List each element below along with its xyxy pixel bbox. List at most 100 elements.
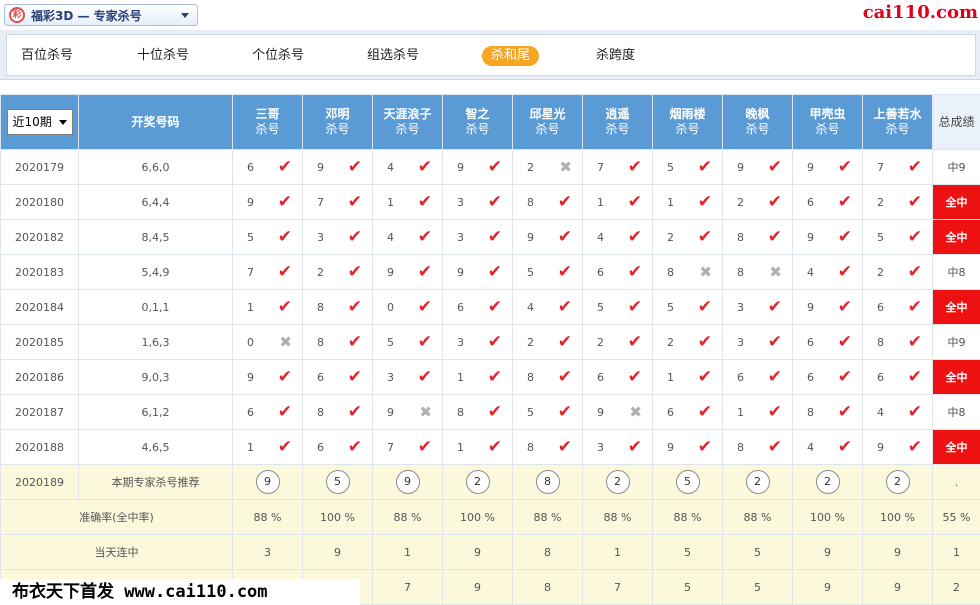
check-icon: ✔ (837, 366, 852, 387)
tab-units-kill[interactable]: 个位杀号 (252, 46, 304, 66)
kill-cell-content: 4 ✔ (863, 403, 932, 421)
tab-sum-tail-kill[interactable]: 杀和尾 (482, 46, 540, 66)
kill-cell-content: 4 ✔ (513, 296, 582, 317)
kill-number: 7 (317, 195, 324, 209)
check-icon: ✔ (557, 261, 572, 282)
bottom-watermark: 布衣天下首发 www.cai110.com (0, 579, 360, 605)
kill-cell-content: 2 ✔ (303, 261, 372, 282)
stat-total: 1 (932, 534, 980, 570)
tab-span-kill[interactable]: 杀跨度 (596, 46, 635, 66)
check-icon: ✔ (697, 401, 712, 422)
expert-header[interactable]: 三哥 杀号 (232, 94, 303, 150)
kill-number: 2 (877, 195, 884, 209)
kill-cell: 3 ✔ (442, 184, 513, 220)
recommend-number: 2 (745, 470, 770, 494)
period-header: 近10期 (0, 94, 79, 150)
kill-number: 1 (667, 195, 674, 209)
kill-cell-content: 5 ✔ (233, 228, 302, 246)
expert-header[interactable]: 上善若水 杀号 (862, 94, 933, 150)
stat-value: 88 % (652, 499, 723, 535)
kill-cell: 9 ✖ (582, 394, 653, 430)
kill-cell: 8 ✔ (302, 394, 373, 430)
recommend-cell: 8 (512, 464, 583, 500)
total-result: 全中 (932, 289, 980, 325)
table-row: 2020182 8,4,5 5 ✔ 3 ✔ 4 ✔ 3 ✔ 9 ✔ 4 ✔ 2 ✔ 8 ✔ 9 ✔ 5 ✔ 全中 (0, 219, 980, 255)
stat-value: 7 (372, 569, 443, 605)
expert-name: 邱星光 (529, 107, 566, 121)
expert-header[interactable]: 邱星光 杀号 (512, 94, 583, 150)
check-icon: ✔ (907, 331, 922, 352)
kill-number: 9 (597, 405, 604, 419)
expert-header[interactable]: 智之 杀号 (442, 94, 513, 150)
lottery-selector[interactable]: 彩 福彩3D — 专家杀号 (4, 4, 198, 26)
kill-number: 9 (457, 160, 464, 174)
check-icon: ✔ (557, 191, 572, 212)
kill-cell: 1 ✔ (372, 184, 443, 220)
kill-cell-content: 8 ✔ (443, 403, 512, 421)
kill-cell-content: 5 ✔ (513, 261, 582, 282)
recommend-cell: 2 (582, 464, 653, 500)
kill-number: 5 (527, 405, 534, 419)
expert-header[interactable]: 烟雨楼 杀号 (652, 94, 723, 150)
check-icon: ✔ (557, 296, 572, 317)
kill-cell-content: 3 ✔ (723, 298, 792, 316)
stat-total: 55 % (932, 499, 980, 535)
stat-value: 9 (792, 569, 863, 605)
expert-name: 逍遥 (605, 107, 630, 121)
kill-number: 8 (457, 405, 464, 419)
kill-cell-content: 6 ✔ (303, 438, 372, 456)
period-select[interactable]: 近10期 (6, 109, 73, 135)
check-icon: ✔ (277, 366, 292, 387)
kill-cell: 8 ✖ (652, 254, 723, 290)
kill-number: 8 (317, 300, 324, 314)
check-icon: ✔ (417, 191, 432, 212)
kill-cell: 7 ✔ (232, 254, 303, 290)
kill-cell: 6 ✔ (302, 429, 373, 465)
kill-cell: 3 ✔ (722, 289, 793, 325)
check-icon: ✔ (697, 191, 712, 212)
kill-cell: 6 ✔ (232, 394, 303, 430)
kill-number: 4 (877, 405, 884, 419)
stat-value: 1 (372, 534, 443, 570)
draw-result: 5,4,9 (78, 254, 233, 290)
kill-cell-content: 0 ✔ (373, 296, 442, 317)
check-icon: ✔ (347, 261, 362, 282)
tab-group-kill[interactable]: 组选杀号 (367, 46, 419, 66)
kill-number: 9 (317, 160, 324, 174)
check-icon: ✔ (837, 331, 852, 352)
check-icon: ✔ (277, 296, 292, 317)
kill-number: 2 (877, 265, 884, 279)
kill-cell: 1 ✔ (652, 184, 723, 220)
recommend-total: . (932, 464, 980, 500)
expert-header[interactable]: 晚枫 杀号 (722, 94, 793, 150)
draw-result: 1,6,3 (78, 324, 233, 360)
kill-cell: 9 ✔ (792, 289, 863, 325)
stat-value: 88 % (232, 499, 303, 535)
tab-hundreds-kill[interactable]: 百位杀号 (21, 46, 73, 66)
check-icon: ✔ (487, 331, 502, 352)
kill-number: 9 (247, 195, 254, 209)
total-result: 中8 (932, 254, 980, 290)
kill-number: 6 (807, 370, 814, 384)
kill-cell-content: 8 ✖ (723, 264, 792, 280)
kill-number: 8 (737, 230, 744, 244)
check-icon: ✔ (837, 156, 852, 177)
tab-tens-kill[interactable]: 十位杀号 (137, 46, 189, 66)
expert-header[interactable]: 逍遥 杀号 (582, 94, 653, 150)
cross-icon: ✖ (419, 402, 432, 421)
kill-label: 杀号 (395, 122, 420, 136)
kill-cell-content: 8 ✔ (863, 331, 932, 352)
recommend-cell: 9 (372, 464, 443, 500)
kill-cell-content: 5 ✔ (373, 333, 442, 351)
expert-header[interactable]: 甲壳虫 杀号 (792, 94, 863, 150)
kill-cell: 9 ✔ (372, 254, 443, 290)
expert-header[interactable]: 天涯浪子 杀号 (372, 94, 443, 150)
kill-number: 9 (387, 405, 394, 419)
cross-icon: ✖ (279, 332, 292, 351)
kill-number: 0 (387, 300, 394, 314)
kill-cell-content: 7 ✔ (373, 438, 442, 456)
check-icon: ✔ (417, 296, 432, 317)
check-icon: ✔ (837, 191, 852, 212)
expert-header[interactable]: 邓明 杀号 (302, 94, 373, 150)
recommend-number: 9 (255, 470, 280, 494)
